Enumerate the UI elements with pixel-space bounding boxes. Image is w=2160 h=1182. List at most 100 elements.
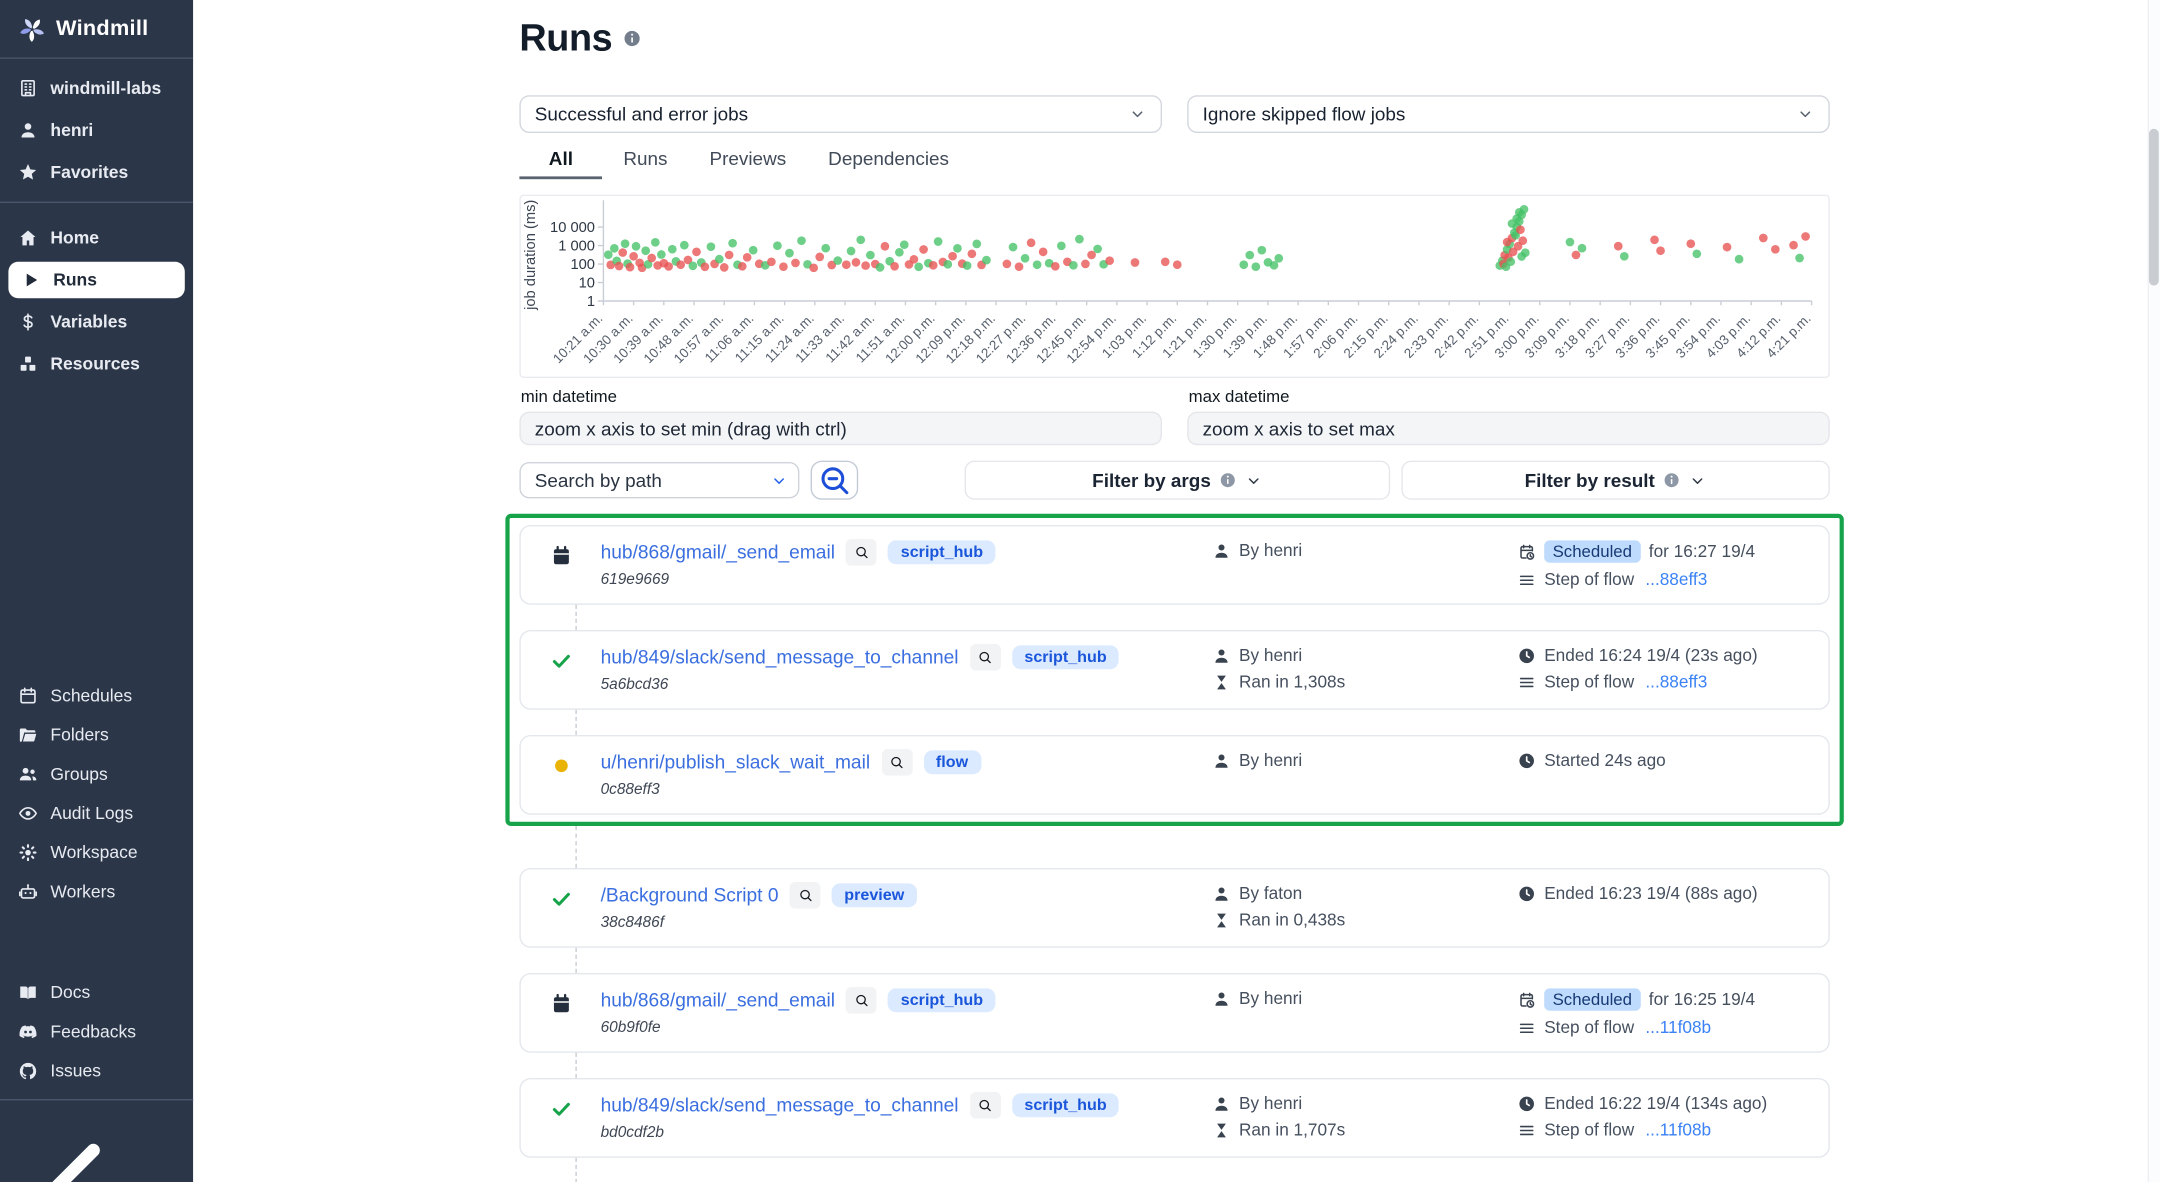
sidebar-item-label: Folders xyxy=(50,725,108,745)
run-by: By henri xyxy=(1239,1093,1302,1113)
tab-previews[interactable]: Previews xyxy=(688,143,807,179)
run-status xyxy=(521,631,601,708)
run-card[interactable]: u/henri/publish_slack_wait_mail flow 0c8… xyxy=(519,735,1829,815)
flow-link[interactable]: ...88eff3 xyxy=(1645,570,1707,590)
run-id: 38c8486f xyxy=(601,914,1213,931)
tab-runs[interactable]: Runs xyxy=(602,143,688,179)
clock-icon xyxy=(1518,646,1536,664)
sidebar-item-workspace[interactable]: Workspace xyxy=(0,833,193,872)
run-path-link[interactable]: hub/868/gmail/_send_email xyxy=(601,990,835,1011)
svg-text:10 000: 10 000 xyxy=(550,220,595,236)
sidebar-item-schedules[interactable]: Schedules xyxy=(0,676,193,715)
sidebar-item-windmill-labs[interactable]: windmill-labs xyxy=(0,67,193,109)
sidebar-item-issues[interactable]: Issues xyxy=(0,1051,193,1090)
run-card[interactable]: hub/849/slack/send_message_to_channel sc… xyxy=(519,1078,1829,1158)
run-path-link[interactable]: hub/849/slack/send_message_to_channel xyxy=(601,647,959,668)
app-logo[interactable]: Windmill xyxy=(0,0,193,57)
scatter-points[interactable] xyxy=(604,205,1810,272)
runs-duration-chart[interactable]: job duration (ms)10 0001 00010010110:21 … xyxy=(519,195,1829,378)
filter-by-result-dropdown[interactable]: Filter by result xyxy=(1401,461,1829,500)
collapse-sidebar-button[interactable] xyxy=(18,1114,175,1182)
sidebar-item-docs[interactable]: Docs xyxy=(0,973,193,1012)
filter-by-args-dropdown[interactable]: Filter by args xyxy=(965,461,1391,500)
flow-link[interactable]: ...11f08b xyxy=(1645,1120,1711,1140)
success-check-icon xyxy=(550,888,572,910)
y-axis-label: job duration (ms) xyxy=(523,200,539,311)
scrollbar-thumb[interactable] xyxy=(2149,129,2159,286)
sidebar-item-label: Feedbacks xyxy=(50,1022,136,1042)
eye-icon xyxy=(18,804,38,824)
chevron-down-icon xyxy=(1128,105,1146,123)
filter-by-result-label: Filter by result xyxy=(1525,470,1655,491)
app-name: Windmill xyxy=(56,17,148,42)
filter-by-args-label: Filter by args xyxy=(1092,470,1211,491)
run-path-link[interactable]: u/henri/publish_slack_wait_mail xyxy=(601,752,871,773)
sidebar-item-workers[interactable]: Workers xyxy=(0,872,193,911)
scheduled-calendar-icon xyxy=(550,993,572,1015)
footer-nav: Docs Feedbacks Issues xyxy=(0,965,193,1099)
job-status-select[interactable]: Successful and error jobs xyxy=(519,95,1162,133)
user-icon xyxy=(18,120,38,140)
search-run-button[interactable] xyxy=(970,644,1001,671)
sidebar-item-variables[interactable]: Variables xyxy=(0,301,193,343)
job-status-select-value: Successful and error jobs xyxy=(535,104,748,125)
sidebar-item-label: Home xyxy=(50,228,99,248)
sidebar-item-groups[interactable]: Groups xyxy=(0,755,193,794)
tab-dependencies[interactable]: Dependencies xyxy=(807,143,970,179)
tab-all[interactable]: All xyxy=(519,143,602,179)
sidebar-item-audit-logs[interactable]: Audit Logs xyxy=(0,794,193,833)
svg-text:10: 10 xyxy=(579,275,595,291)
person-icon xyxy=(1212,541,1230,559)
flow-link[interactable]: ...88eff3 xyxy=(1645,672,1707,692)
sidebar-item-resources[interactable]: Resources xyxy=(0,343,193,385)
min-datetime-label: min datetime xyxy=(521,386,1162,406)
run-status xyxy=(521,974,601,1051)
flow-link[interactable]: ...11f08b xyxy=(1645,1018,1711,1038)
sidebar-item-henri[interactable]: henri xyxy=(0,109,193,151)
search-run-button[interactable] xyxy=(846,987,877,1014)
search-run-button[interactable] xyxy=(846,539,877,566)
run-card[interactable]: hub/849/slack/send_message_to_channel sc… xyxy=(519,630,1829,710)
run-connector xyxy=(575,948,576,973)
search-path-input[interactable] xyxy=(519,462,799,498)
dollar-icon xyxy=(18,312,38,332)
calendar-icon xyxy=(18,686,38,706)
min-datetime-input[interactable] xyxy=(519,412,1162,446)
sidebar-item-label: Groups xyxy=(50,764,107,784)
main-nav: Home Runs Variables Resources xyxy=(0,203,193,393)
run-kind-badge: script_hub xyxy=(888,988,996,1012)
run-time: for 16:27 19/4 xyxy=(1649,542,1755,562)
run-kind-badge: preview xyxy=(832,883,917,907)
search-button[interactable] xyxy=(811,461,859,500)
max-datetime-input[interactable] xyxy=(1187,412,1830,446)
sidebar-item-label: Variables xyxy=(50,312,127,332)
run-time: Started 24s ago xyxy=(1544,750,1666,770)
run-path-link[interactable]: hub/849/slack/send_message_to_channel xyxy=(601,1095,959,1116)
skipped-flow-select[interactable]: Ignore skipped flow jobs xyxy=(1187,95,1830,133)
info-icon[interactable] xyxy=(623,29,641,47)
list-icon xyxy=(1518,673,1536,691)
run-connector xyxy=(575,605,576,630)
search-run-button[interactable] xyxy=(881,749,912,776)
run-path-link[interactable]: /Background Script 0 xyxy=(601,885,779,906)
run-path-link[interactable]: hub/868/gmail/_send_email xyxy=(601,542,835,563)
run-connector xyxy=(575,1158,576,1182)
chevron-down-icon[interactable] xyxy=(770,472,788,490)
run-id: 5a6bcd36 xyxy=(601,676,1213,693)
sidebar-item-folders[interactable]: Folders xyxy=(0,715,193,754)
search-run-button[interactable] xyxy=(970,1092,1001,1119)
sidebar-item-favorites[interactable]: Favorites xyxy=(0,151,193,193)
run-kind-badge: script_hub xyxy=(1012,645,1120,669)
search-run-button[interactable] xyxy=(790,882,821,909)
svg-text:1: 1 xyxy=(587,294,595,310)
run-card[interactable]: /Background Script 0 preview 38c8486f By… xyxy=(519,868,1829,948)
run-card[interactable]: hub/868/gmail/_send_email script_hub 619… xyxy=(519,525,1829,605)
run-card[interactable]: hub/868/gmail/_send_email script_hub 60b… xyxy=(519,973,1829,1053)
sidebar-item-runs[interactable]: Runs xyxy=(8,262,184,298)
main-content: Runs Successful and error jobs Ignore sk… xyxy=(193,0,2160,1182)
chevron-down-icon xyxy=(1688,471,1706,489)
sidebar-item-home[interactable]: Home xyxy=(0,217,193,259)
person-icon xyxy=(1212,646,1230,664)
play-icon xyxy=(21,270,41,290)
sidebar-item-feedbacks[interactable]: Feedbacks xyxy=(0,1012,193,1051)
